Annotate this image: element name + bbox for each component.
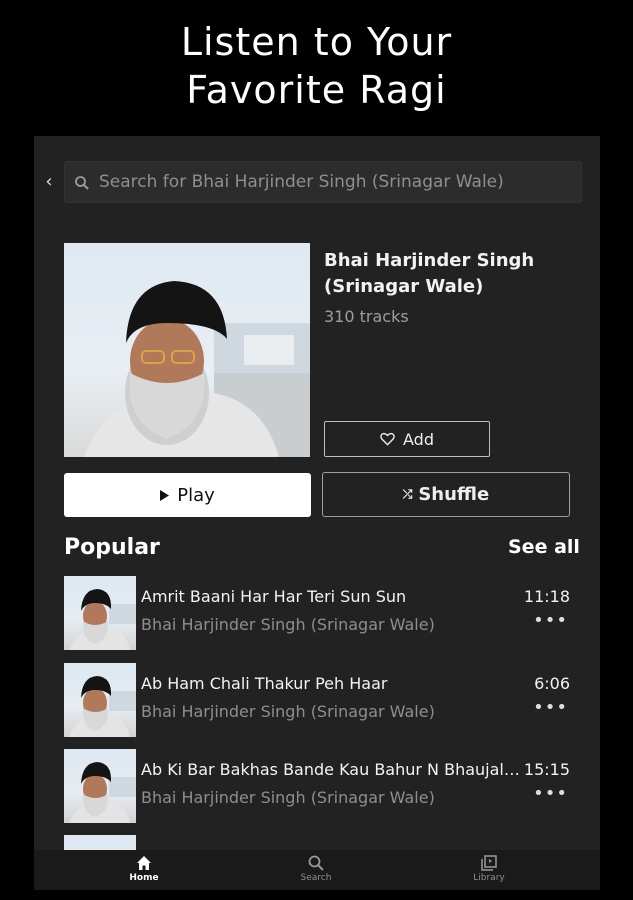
track-row[interactable]: Ab Ki Bar Bakhas Bande Kau Bahur N Bhauj…	[64, 749, 570, 823]
shuffle-button[interactable]: ⤮ Shuffle	[322, 472, 570, 517]
nav-search[interactable]: Search	[271, 854, 361, 883]
search-input[interactable]	[99, 162, 569, 202]
library-icon	[481, 855, 497, 871]
track-artist: Bhai Harjinder Singh (Srinagar Wale)	[141, 615, 435, 634]
search-bar[interactable]	[64, 161, 582, 203]
track-title: Amrit Baani Har Har Teri Sun Sun	[141, 587, 407, 606]
track-duration: 15:15	[523, 760, 570, 779]
track-thumbnail	[64, 576, 136, 650]
bottom-navigation: Home Search Library	[34, 850, 600, 890]
track-artist: Bhai Harjinder Singh (Srinagar Wale)	[141, 702, 435, 721]
play-icon	[160, 489, 170, 501]
track-row[interactable]: Ab Ham Chali Thakur Peh Haar Bhai Harjin…	[64, 663, 570, 737]
more-options-icon[interactable]: •••	[533, 612, 568, 630]
artist-name: Bhai Harjinder Singh (Srinagar Wale)	[324, 250, 535, 297]
track-count: 310 tracks	[324, 307, 409, 326]
nav-library[interactable]: Library	[444, 854, 534, 883]
nav-home[interactable]: Home	[99, 854, 189, 883]
add-button-label: Add	[403, 429, 434, 449]
more-options-icon[interactable]: •••	[533, 785, 568, 803]
back-chevron-icon[interactable]: ‹	[42, 171, 56, 193]
promo-headline-line1: Listen to Your	[180, 20, 453, 64]
track-duration: 6:06	[534, 674, 570, 693]
add-button[interactable]: Add	[324, 421, 490, 457]
track-thumbnail	[64, 749, 136, 823]
shuffle-button-label: Shuffle	[418, 484, 490, 505]
app-screen: ‹ Bhai Harjinder Singh (Srinagar Wale) 3…	[34, 136, 600, 890]
nav-library-label: Library	[473, 873, 505, 883]
heart-icon	[380, 432, 395, 446]
play-button-label: Play	[177, 484, 215, 506]
track-title: Ab Ham Chali Thakur Peh Haar	[141, 674, 388, 693]
search-icon	[75, 176, 89, 190]
play-button[interactable]: Play	[64, 473, 311, 517]
see-all-link[interactable]: See all	[508, 536, 580, 558]
nav-search-label: Search	[300, 873, 332, 883]
track-thumbnail	[64, 663, 136, 737]
track-row[interactable]: Amrit Baani Har Har Teri Sun Sun Bhai Ha…	[64, 576, 570, 650]
home-icon	[137, 856, 151, 870]
search-icon	[308, 855, 324, 871]
nav-home-label: Home	[129, 873, 159, 883]
promo-headline-line2: Favorite Ragi	[186, 68, 447, 112]
promo-headline: Listen to Your Favorite Ragi	[0, 18, 633, 114]
track-artist: Bhai Harjinder Singh (Srinagar Wale)	[141, 788, 435, 807]
track-duration: 11:18	[523, 587, 570, 606]
search-row: ‹	[34, 161, 600, 205]
more-options-icon[interactable]: •••	[533, 699, 568, 717]
artist-cover-image	[64, 243, 310, 457]
popular-heading: Popular	[64, 535, 160, 560]
shuffle-icon: ⤮	[402, 487, 413, 501]
track-title: Ab Ki Bar Bakhas Bande Kau Bahur N Bhauj…	[141, 760, 521, 779]
